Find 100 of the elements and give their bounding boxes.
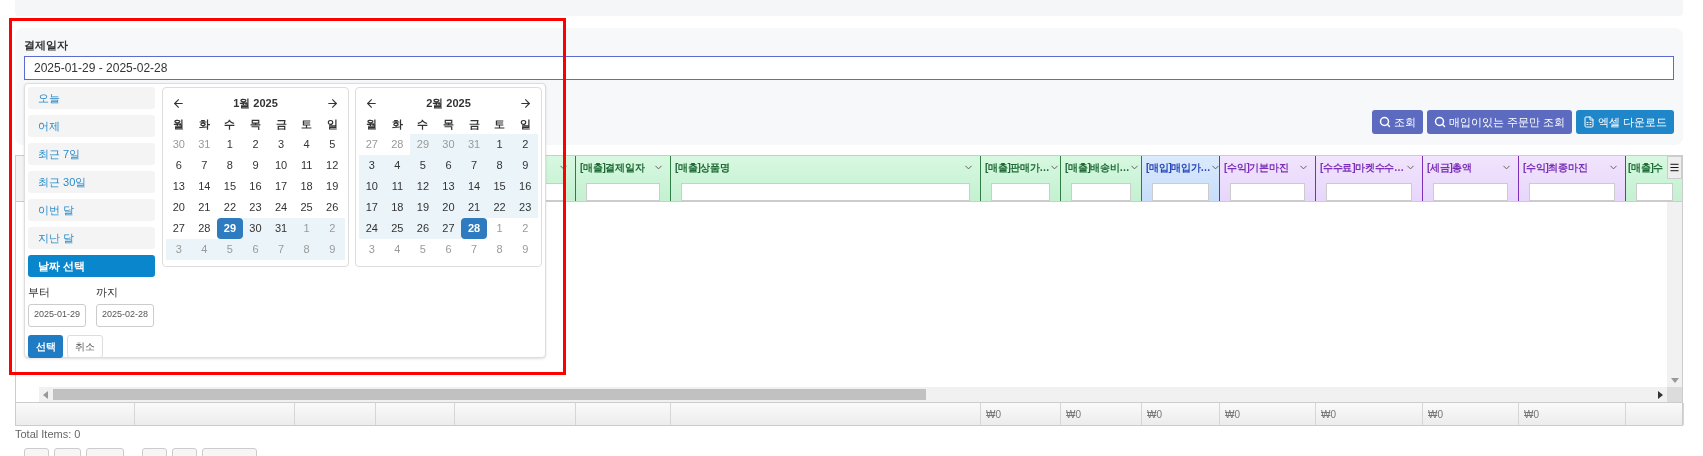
calendar-day[interactable]: 26 <box>319 197 345 218</box>
calendar-day[interactable]: 13 <box>166 176 192 197</box>
from-label: 부터 <box>28 285 51 300</box>
preset-option[interactable]: 어제 <box>28 115 155 137</box>
calendar-day[interactable]: 24 <box>359 218 385 239</box>
calendar-day[interactable]: 10 <box>268 155 294 176</box>
column-title[interactable]: [수수료]마켓수수… <box>1320 159 1404 175</box>
calendar-day[interactable]: 4 <box>384 155 411 176</box>
column-title[interactable]: [매출]판매가… <box>985 159 1050 175</box>
calendar-day[interactable]: 8 <box>486 155 513 176</box>
calendar-day[interactable]: 11 <box>293 155 320 176</box>
calendar-day[interactable]: 25 <box>384 218 411 239</box>
calendar-day[interactable]: 14 <box>191 176 218 197</box>
calendar-day[interactable]: 28 <box>461 218 487 239</box>
calendar-day[interactable]: 10 <box>359 176 385 197</box>
weekday-label: 금 <box>274 116 288 132</box>
calendar-day[interactable]: 21 <box>461 197 487 218</box>
calendar-day[interactable]: 17 <box>268 176 294 197</box>
calendar-day[interactable]: 22 <box>486 197 513 218</box>
calendar-day[interactable]: 17 <box>359 197 385 218</box>
calendar-day[interactable]: 1 <box>486 134 513 155</box>
footer-total: ₩0 <box>1321 407 1336 422</box>
column-title[interactable]: [매출]배송비… <box>1065 159 1130 175</box>
calendar-day[interactable]: 15 <box>486 176 513 197</box>
preset-option[interactable]: 최근 30일 <box>28 171 155 193</box>
column-title[interactable]: [매출]결제일자 <box>580 159 645 175</box>
calendar-day[interactable]: 25 <box>293 197 320 218</box>
month-title: 2월 2025 <box>426 95 471 111</box>
weekday-label: 일 <box>325 116 339 132</box>
weekday-label: 일 <box>518 116 532 132</box>
weekday-label: 토 <box>493 116 507 132</box>
calendar-day[interactable]: 21 <box>191 197 218 218</box>
weekday-label: 월 <box>172 116 186 132</box>
calendar-day[interactable]: 16 <box>512 176 538 197</box>
column-title[interactable]: [매입]매입가… <box>1146 159 1211 175</box>
calendar-day[interactable]: 6 <box>166 155 192 176</box>
date-range-field[interactable]: 2025-01-29 - 2025-02-28 <box>24 56 1674 80</box>
calendar-day[interactable]: 29 <box>217 218 243 239</box>
calendar-day[interactable]: 4 <box>293 134 320 155</box>
preset-option[interactable]: 날짜 선택 <box>28 255 155 277</box>
month-title: 1월 2025 <box>233 95 278 111</box>
to-date-field[interactable]: 2025-02-28 <box>96 303 154 327</box>
calendar-day[interactable]: 19 <box>319 176 345 197</box>
calendar-day[interactable]: 7 <box>461 155 487 176</box>
calendar-day[interactable]: 3 <box>268 134 294 155</box>
calendar-day[interactable]: 2 <box>512 134 538 155</box>
weekday-label: 수 <box>416 116 430 132</box>
calendar-day[interactable]: 1 <box>217 134 243 155</box>
column-title[interactable]: [매출]수 <box>1628 159 1664 175</box>
calendar-day[interactable]: 7 <box>191 155 218 176</box>
calendar-day[interactable]: 9 <box>512 155 538 176</box>
calendar-day[interactable]: 22 <box>217 197 243 218</box>
column-title[interactable]: [매출]상품명 <box>675 159 730 175</box>
excel-download-button[interactable]: 엑셀 다운로드 <box>1575 110 1674 134</box>
calendar-day[interactable]: 3 <box>359 155 385 176</box>
calendar-day[interactable]: 16 <box>242 176 269 197</box>
calendar-day[interactable]: 13 <box>435 176 462 197</box>
calendar-day[interactable]: 12 <box>410 176 436 197</box>
search-button[interactable]: 조회 <box>1371 110 1423 134</box>
weekday-label: 금 <box>467 116 481 132</box>
footer-total: ₩0 <box>1225 407 1240 422</box>
calendar-day[interactable]: 28 <box>191 218 218 239</box>
preset-option[interactable]: 지난 달 <box>28 227 155 249</box>
weekday-label: 화 <box>197 116 211 132</box>
footer-total: ₩0 <box>1524 407 1539 422</box>
column-title[interactable]: [수익]최종마진 <box>1523 159 1588 175</box>
calendar-day[interactable]: 18 <box>384 197 411 218</box>
weekday-label: 화 <box>390 116 404 132</box>
calendar-day[interactable]: 8 <box>217 155 243 176</box>
calendar-day[interactable]: 5 <box>319 134 345 155</box>
calendar-day[interactable]: 2 <box>242 134 269 155</box>
calendar-day[interactable]: 5 <box>410 155 436 176</box>
calendar-day[interactable]: 18 <box>293 176 320 197</box>
calendar-day[interactable]: 30 <box>242 218 269 239</box>
calendar-day[interactable]: 23 <box>512 197 538 218</box>
column-title[interactable]: [수익]기본마진 <box>1224 159 1289 175</box>
calendar-day[interactable]: 11 <box>384 176 411 197</box>
search-button[interactable]: 매입이있는 주문만 조회 <box>1426 110 1572 134</box>
calendar-day[interactable]: 9 <box>242 155 269 176</box>
preset-option[interactable]: 이번 달 <box>28 199 155 221</box>
calendar-day[interactable]: 12 <box>319 155 345 176</box>
calendar-day[interactable]: 14 <box>461 176 487 197</box>
preset-option[interactable]: 최근 7일 <box>28 143 155 165</box>
column-title[interactable]: [세금]총액 <box>1427 159 1472 175</box>
calendar-day[interactable]: 6 <box>435 155 462 176</box>
calendar-day[interactable]: 20 <box>166 197 192 218</box>
calendar-day[interactable]: 23 <box>242 197 269 218</box>
calendar-day[interactable]: 31 <box>268 218 294 239</box>
preset-option[interactable]: 오늘 <box>28 87 155 109</box>
from-date-field[interactable]: 2025-01-29 <box>28 303 86 327</box>
calendar-day[interactable]: 24 <box>268 197 294 218</box>
calendar-day[interactable]: 19 <box>410 197 436 218</box>
calendar-day[interactable]: 20 <box>435 197 462 218</box>
calendar-day[interactable]: 27 <box>435 218 462 239</box>
apply-button[interactable]: 선택 <box>28 334 63 358</box>
field-label: 결제일자 <box>24 38 69 51</box>
calendar-day[interactable]: 15 <box>217 176 243 197</box>
calendar-day[interactable]: 27 <box>166 218 192 239</box>
cancel-button[interactable]: 취소 <box>67 334 103 358</box>
calendar-day[interactable]: 26 <box>410 218 436 239</box>
